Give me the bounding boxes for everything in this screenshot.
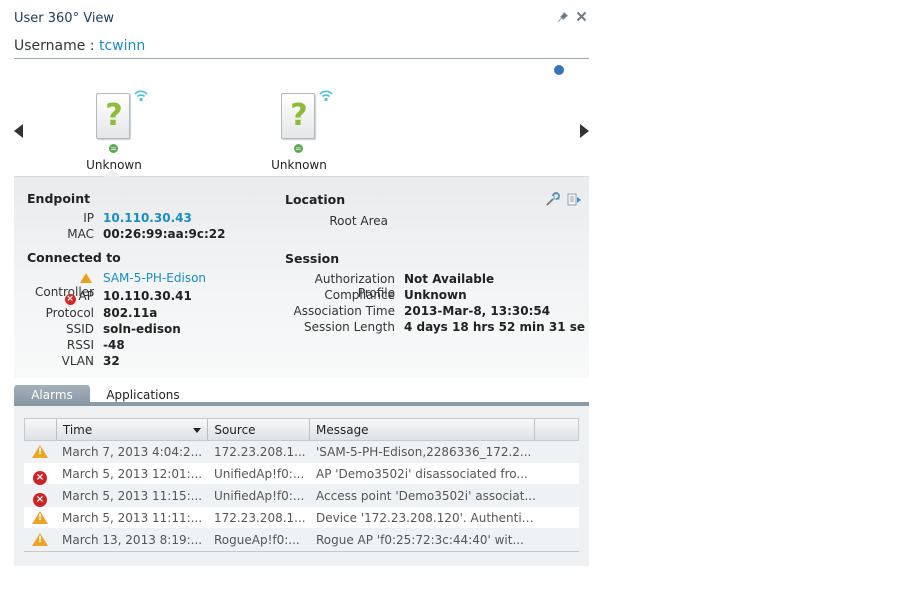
location-value: Root Area: [329, 214, 388, 228]
ip-value[interactable]: 10.110.30.43: [103, 211, 192, 225]
session-length-value: 4 days 18 hrs 52 min 31 sec: [404, 320, 585, 334]
alarms-table-area: Time Source Message March 7, 2013 4:04:2…: [14, 406, 589, 566]
carousel-page-indicator[interactable]: [554, 65, 564, 75]
table-row[interactable]: × March 5, 2013 11:15:... UnifiedAp!f0:.…: [24, 485, 579, 507]
alarm-message: 'SAM-5-PH-Edison,2286336_172.2...: [316, 445, 532, 459]
rssi-label: RSSI: [66, 338, 94, 352]
endpoint-heading: Endpoint: [27, 191, 91, 206]
severity-column-header[interactable]: [25, 419, 57, 440]
extra-column-header: [535, 419, 578, 440]
connected-heading: Connected to: [27, 250, 121, 265]
ap-label: AP: [78, 289, 94, 303]
source-column-header[interactable]: Source: [208, 419, 310, 440]
unknown-device-icon: ?: [96, 93, 130, 139]
detail-tabs: Alarms Applications: [14, 384, 589, 406]
critical-icon: ×: [24, 485, 56, 507]
warning-icon: [24, 529, 56, 551]
alarm-time: March 13, 2013 8:19:...: [62, 533, 203, 547]
mac-label: MAC: [67, 227, 94, 241]
table-row[interactable]: March 13, 2013 8:19:... RogueAp!f0:... R…: [24, 529, 579, 551]
time-column-header[interactable]: Time: [57, 419, 209, 440]
alarm-message: AP 'Demo3502i' disassociated fro...: [316, 467, 528, 481]
alarm-message: Rogue AP 'f0:25:72:3c:44:40' wit...: [316, 533, 524, 547]
tab-alarms[interactable]: Alarms: [14, 385, 90, 405]
protocol-label: Protocol: [45, 306, 94, 320]
table-row[interactable]: × March 5, 2013 12:01:... UnifiedAp!f0:.…: [24, 463, 579, 485]
alarm-source: 172.23.208.1...: [214, 445, 306, 459]
table-row[interactable]: March 5, 2013 11:11:... 172.23.208.1... …: [24, 507, 579, 529]
alarm-time: March 5, 2013 11:11:...: [62, 511, 203, 525]
auth-profile-value: Not Available: [404, 272, 495, 286]
alarm-source: RogueAp!f0:...: [214, 533, 300, 547]
close-icon[interactable]: [575, 11, 587, 24]
alarm-source: 172.23.208.1...: [214, 511, 306, 525]
status-ok-icon: =: [294, 144, 303, 153]
sort-descending-icon: [193, 428, 202, 433]
association-time-label: Association Time: [293, 304, 395, 318]
device-label: Unknown: [271, 158, 327, 172]
warning-icon: [24, 507, 56, 529]
status-ok-icon: =: [109, 144, 118, 153]
ap-label-row: × AP: [27, 289, 94, 305]
alarm-time: March 5, 2013 11:15:...: [62, 489, 203, 503]
controller-value[interactable]: SAM-5-PH-Edison: [103, 271, 206, 285]
mac-value: 00:26:99:aa:9c:22: [103, 227, 226, 241]
ap-value: 10.110.30.41: [103, 289, 192, 303]
time-column-label: Time: [62, 423, 93, 437]
error-icon: ×: [64, 294, 76, 305]
username-row: Username : tcwinn: [14, 38, 589, 59]
report-arrow-icon[interactable]: [566, 192, 582, 208]
alarms-table-header: Time Source Message: [24, 418, 579, 441]
session-heading: Session: [285, 251, 340, 266]
next-device-arrow-icon[interactable]: [580, 124, 589, 138]
alarm-time: March 7, 2013 4:04:2...: [62, 445, 203, 459]
title-actions: [557, 11, 587, 24]
location-heading: Location: [285, 192, 346, 207]
message-column-header[interactable]: Message: [310, 419, 536, 440]
protocol-value: 802.11a: [103, 306, 158, 320]
alarm-source: UnifiedAp!f0:...: [214, 489, 305, 503]
wifi-icon: [134, 90, 148, 102]
ssid-value: soln-edison: [103, 322, 181, 336]
tab-applications[interactable]: Applications: [100, 385, 186, 405]
selection-pointer: [104, 169, 120, 177]
warning-icon: [24, 441, 56, 463]
compliance-label: Compliance: [324, 288, 395, 302]
alarm-message: Device '172.23.208.120'. Authentic...: [316, 511, 536, 525]
wifi-icon: [319, 90, 333, 102]
username-value[interactable]: tcwinn: [99, 38, 145, 54]
association-time-value: 2013-Mar-8, 13:30:54: [404, 304, 551, 318]
critical-icon: ×: [24, 463, 56, 485]
warning-icon: [80, 273, 92, 283]
alarms-table: Time Source Message March 7, 2013 4:04:2…: [24, 418, 579, 552]
session-length-label: Session Length: [304, 320, 395, 334]
pin-icon[interactable]: [557, 11, 569, 24]
device-card-1[interactable]: ? = Unknown: [79, 88, 149, 172]
ssid-label: SSID: [65, 322, 94, 336]
vlan-label: VLAN: [61, 354, 94, 368]
details-pane: Endpoint IP 10.110.30.43 MAC 00:26:99:aa…: [14, 169, 589, 378]
alarm-source: UnifiedAp!f0:...: [214, 467, 305, 481]
alarm-message: Access point 'Demo3502i' associat...: [316, 489, 536, 503]
previous-device-arrow-icon[interactable]: [14, 124, 23, 138]
alarm-time: March 5, 2013 12:01:...: [62, 467, 203, 481]
ip-label: IP: [83, 211, 94, 225]
compliance-value: Unknown: [404, 288, 467, 302]
table-row[interactable]: March 7, 2013 4:04:2... 172.23.208.1... …: [24, 441, 579, 463]
unknown-device-icon: ?: [281, 93, 315, 139]
device-card-2[interactable]: ? = Unknown: [264, 88, 334, 172]
panel-title: User 360° View: [14, 11, 115, 26]
wrench-tool-icon[interactable]: [544, 192, 560, 208]
username-label: Username :: [14, 38, 99, 54]
rssi-value: -48: [103, 338, 125, 352]
user-360-panel: User 360° View Username : tcwinn ? = Unk…: [14, 0, 589, 566]
vlan-value: 32: [103, 354, 120, 368]
